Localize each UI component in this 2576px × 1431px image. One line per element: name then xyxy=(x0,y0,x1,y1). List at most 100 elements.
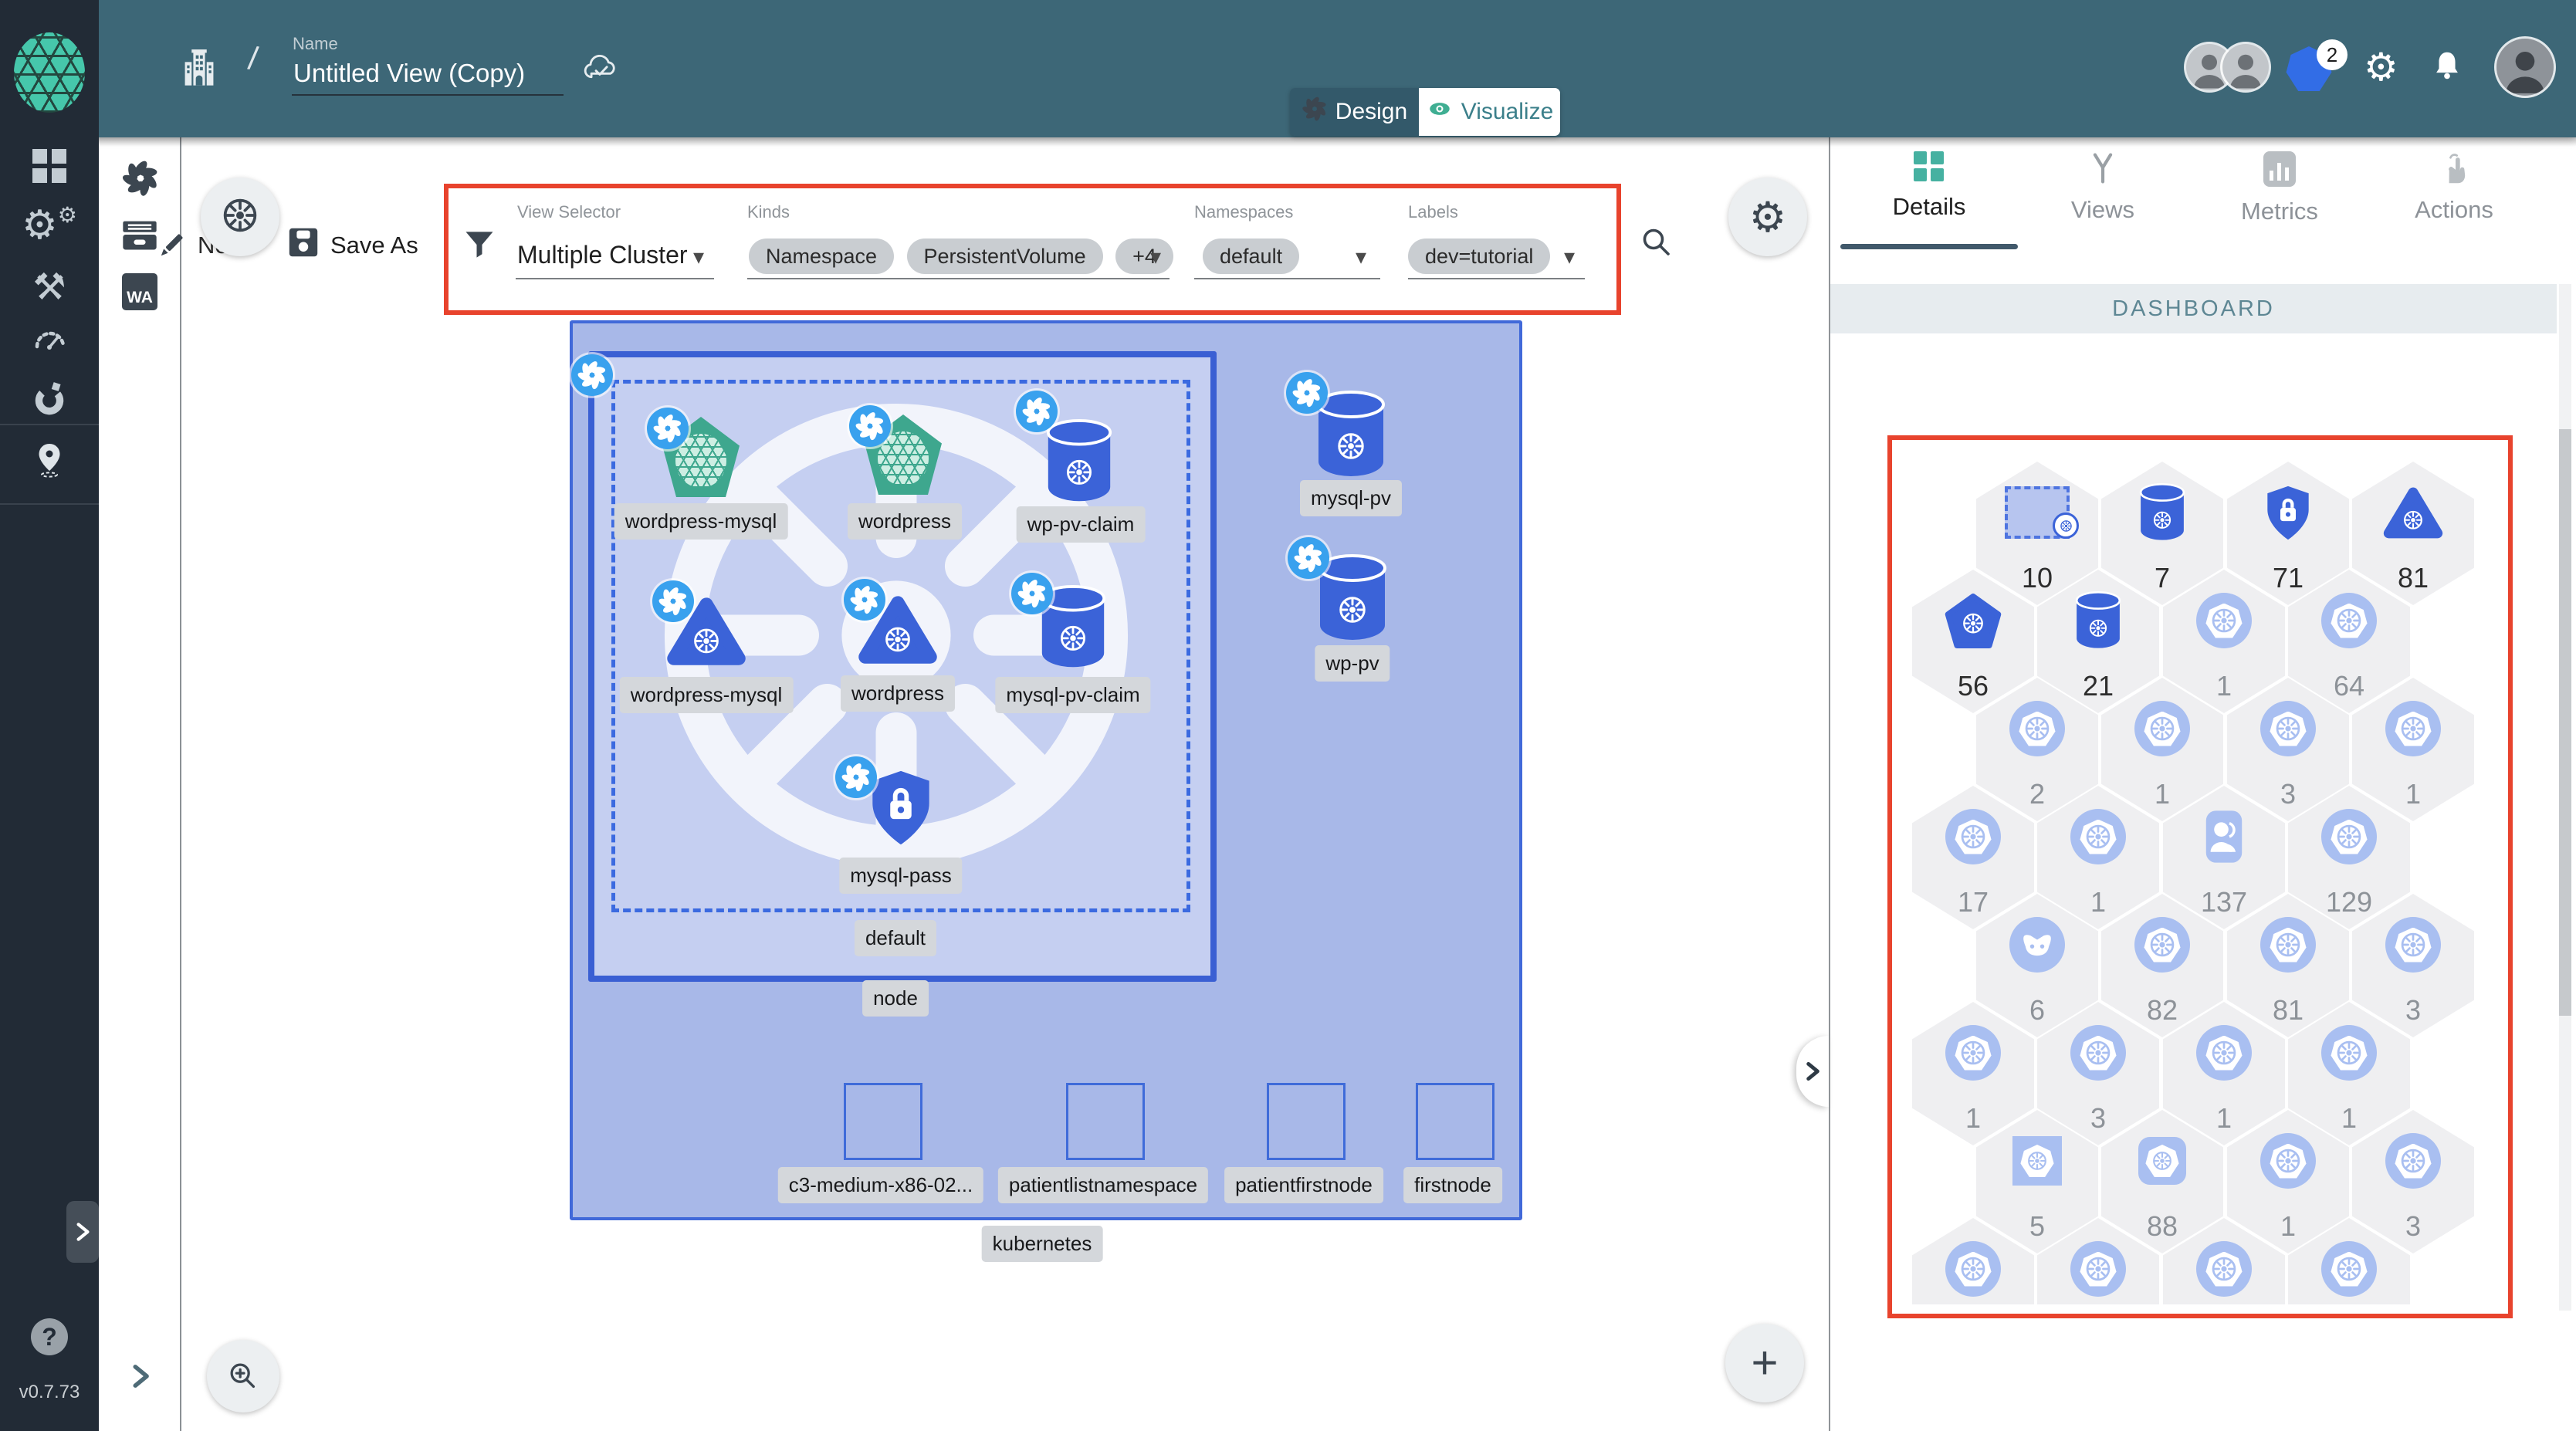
square-icon xyxy=(1976,1122,2098,1199)
tab-details[interactable]: Details xyxy=(1863,151,1995,221)
magnifier-plus-icon xyxy=(230,1363,256,1389)
canvas-dock xyxy=(99,137,180,1431)
canvas-settings-fab[interactable]: ⚙ xyxy=(1728,178,1807,256)
k8s-light-icon xyxy=(2288,582,2410,659)
namespaces-label: Namespaces xyxy=(1194,202,1294,222)
map-pin-icon xyxy=(39,444,60,478)
labels-caret[interactable]: ▾ xyxy=(1564,244,1575,269)
tab-actions[interactable]: Actions xyxy=(2388,151,2520,224)
node-label: mysql-pv-claim xyxy=(995,677,1151,713)
machine-node[interactable] xyxy=(1416,1083,1494,1160)
machine-node[interactable] xyxy=(844,1083,922,1160)
swirl-badge xyxy=(1286,372,1328,414)
view-name-input[interactable] xyxy=(292,59,564,96)
design-swirl-icon xyxy=(1302,96,1328,128)
view-selector-caret[interactable]: ▾ xyxy=(693,244,704,269)
gears-icon: ⚙⚙ xyxy=(22,202,77,249)
header-shadow xyxy=(99,137,2576,147)
panel-scrollbar-thumb[interactable] xyxy=(2559,429,2571,1016)
design-label: Design xyxy=(1335,99,1408,124)
labels-label: Labels xyxy=(1408,202,1458,222)
kinds-underline xyxy=(747,278,1170,279)
new-design-fab[interactable] xyxy=(201,178,279,256)
machine-node[interactable] xyxy=(1267,1083,1346,1160)
node-label: mysql-pass xyxy=(839,858,963,894)
dashboard-grid-icon xyxy=(32,149,66,183)
swirl-badge xyxy=(849,405,891,447)
tab-design[interactable]: Design xyxy=(1290,88,1419,136)
swirl-badge xyxy=(844,579,885,621)
save-icon xyxy=(286,225,321,264)
machine-node[interactable] xyxy=(1066,1083,1145,1160)
namespaces-caret[interactable]: ▾ xyxy=(1356,244,1366,269)
sidebar-item-lifecycle[interactable]: ⚙⚙ xyxy=(0,202,99,249)
sidebar-item-extensions[interactable] xyxy=(0,380,99,418)
hex-cell-k8s-light[interactable] xyxy=(2288,1218,2410,1304)
view-selector-value[interactable]: Multiple Cluster xyxy=(517,241,688,269)
tools-icon: ⚒ xyxy=(32,266,66,309)
search-icon[interactable] xyxy=(1638,224,1675,265)
add-node-fab[interactable]: + xyxy=(1725,1324,1804,1402)
sidebar-item-performance[interactable] xyxy=(0,321,99,358)
dock-expand-chevron[interactable] xyxy=(126,1362,155,1395)
filter-funnel-icon[interactable] xyxy=(463,228,496,265)
storage-icon xyxy=(2037,582,2159,659)
tab-visualize[interactable]: Visualize xyxy=(1419,88,1560,136)
sidebar-item-configuration[interactable]: ⚒ xyxy=(0,266,99,309)
node-label: wp-pv-claim xyxy=(1016,506,1146,543)
kinds-caret[interactable]: ▾ xyxy=(1150,244,1161,269)
k8s-light-icon xyxy=(2101,906,2223,983)
k8s-light-icon xyxy=(2352,906,2474,983)
sidebar-divider xyxy=(0,503,99,505)
node-pv[interactable] xyxy=(1314,391,1388,484)
zoom-in-fab[interactable] xyxy=(207,1340,279,1412)
node-secret[interactable] xyxy=(867,768,935,851)
user-avatar[interactable] xyxy=(2496,39,2554,96)
meshery-logo[interactable] xyxy=(14,32,85,113)
collaborator-avatar[interactable] xyxy=(2222,44,2269,90)
panel-collapse-handle[interactable] xyxy=(1796,1036,1829,1107)
swirl-badge xyxy=(1016,391,1058,432)
settings-gear-icon[interactable]: ⚙ xyxy=(2364,45,2398,90)
version-label: v0.7.73 xyxy=(19,1382,80,1402)
sidebar-item-dashboard[interactable] xyxy=(0,149,99,183)
help-button[interactable]: ? xyxy=(31,1318,68,1355)
sidebar-item-connections[interactable] xyxy=(0,440,99,480)
sync-status-icon[interactable] xyxy=(581,49,621,93)
resource-hex-grid: 10 7 71 81 56 21 1 64 2 1 3 1 17 1 137 129 6 82 81 3 1 3 1 1 5 88… xyxy=(1892,440,2499,1304)
labels-chip[interactable]: dev=tutorial xyxy=(1408,238,1551,274)
node-pvc[interactable] xyxy=(1044,419,1115,509)
swirl-badge xyxy=(652,580,694,622)
notifications-bell-icon[interactable] xyxy=(2429,49,2465,88)
k8s-light-icon xyxy=(2101,690,2223,767)
organization-icon[interactable] xyxy=(179,49,219,93)
panel-divider xyxy=(1829,137,1830,1431)
extensions-donut-icon xyxy=(35,382,64,415)
daemon-icon xyxy=(1976,906,2098,983)
dock-wasm-filters[interactable]: WA xyxy=(122,273,157,310)
namespace-chip[interactable]: default xyxy=(1203,238,1300,274)
tab-label: Metrics xyxy=(2241,198,2318,225)
mode-toggle: Design Visualize xyxy=(1290,88,1560,136)
hex-cell-k8s-light[interactable] xyxy=(1912,1218,2034,1304)
edit-pencil-icon[interactable] xyxy=(153,228,188,268)
kind-chip[interactable]: Namespace xyxy=(749,238,895,274)
k8s-light-icon xyxy=(2227,906,2349,983)
k8s-light-icon xyxy=(2037,1230,2159,1304)
sidebar-expand-button[interactable] xyxy=(66,1201,99,1263)
save-as-button[interactable]: Save As xyxy=(330,232,418,259)
hex-cell-k8s-light[interactable] xyxy=(2163,1218,2285,1304)
active-tab-underline xyxy=(1840,244,2018,249)
namespace-icon xyxy=(1976,474,2098,551)
dock-meshery-designs[interactable] xyxy=(121,159,160,201)
kind-chip[interactable]: PersistentVolume xyxy=(906,238,1103,274)
tab-metrics[interactable]: Metrics xyxy=(2214,151,2345,225)
k8s-light-icon xyxy=(2163,1014,2285,1091)
k8s-light-icon xyxy=(2163,582,2285,659)
tab-views[interactable]: Views xyxy=(2037,151,2168,224)
node-label: wp-pv xyxy=(1315,645,1390,682)
hex-cell-k8s-light[interactable] xyxy=(2037,1218,2159,1304)
kind-chip-more[interactable]: +4 xyxy=(1115,238,1173,274)
k8s-light-icon xyxy=(2037,1014,2159,1091)
chevron-right-icon xyxy=(76,1223,90,1241)
